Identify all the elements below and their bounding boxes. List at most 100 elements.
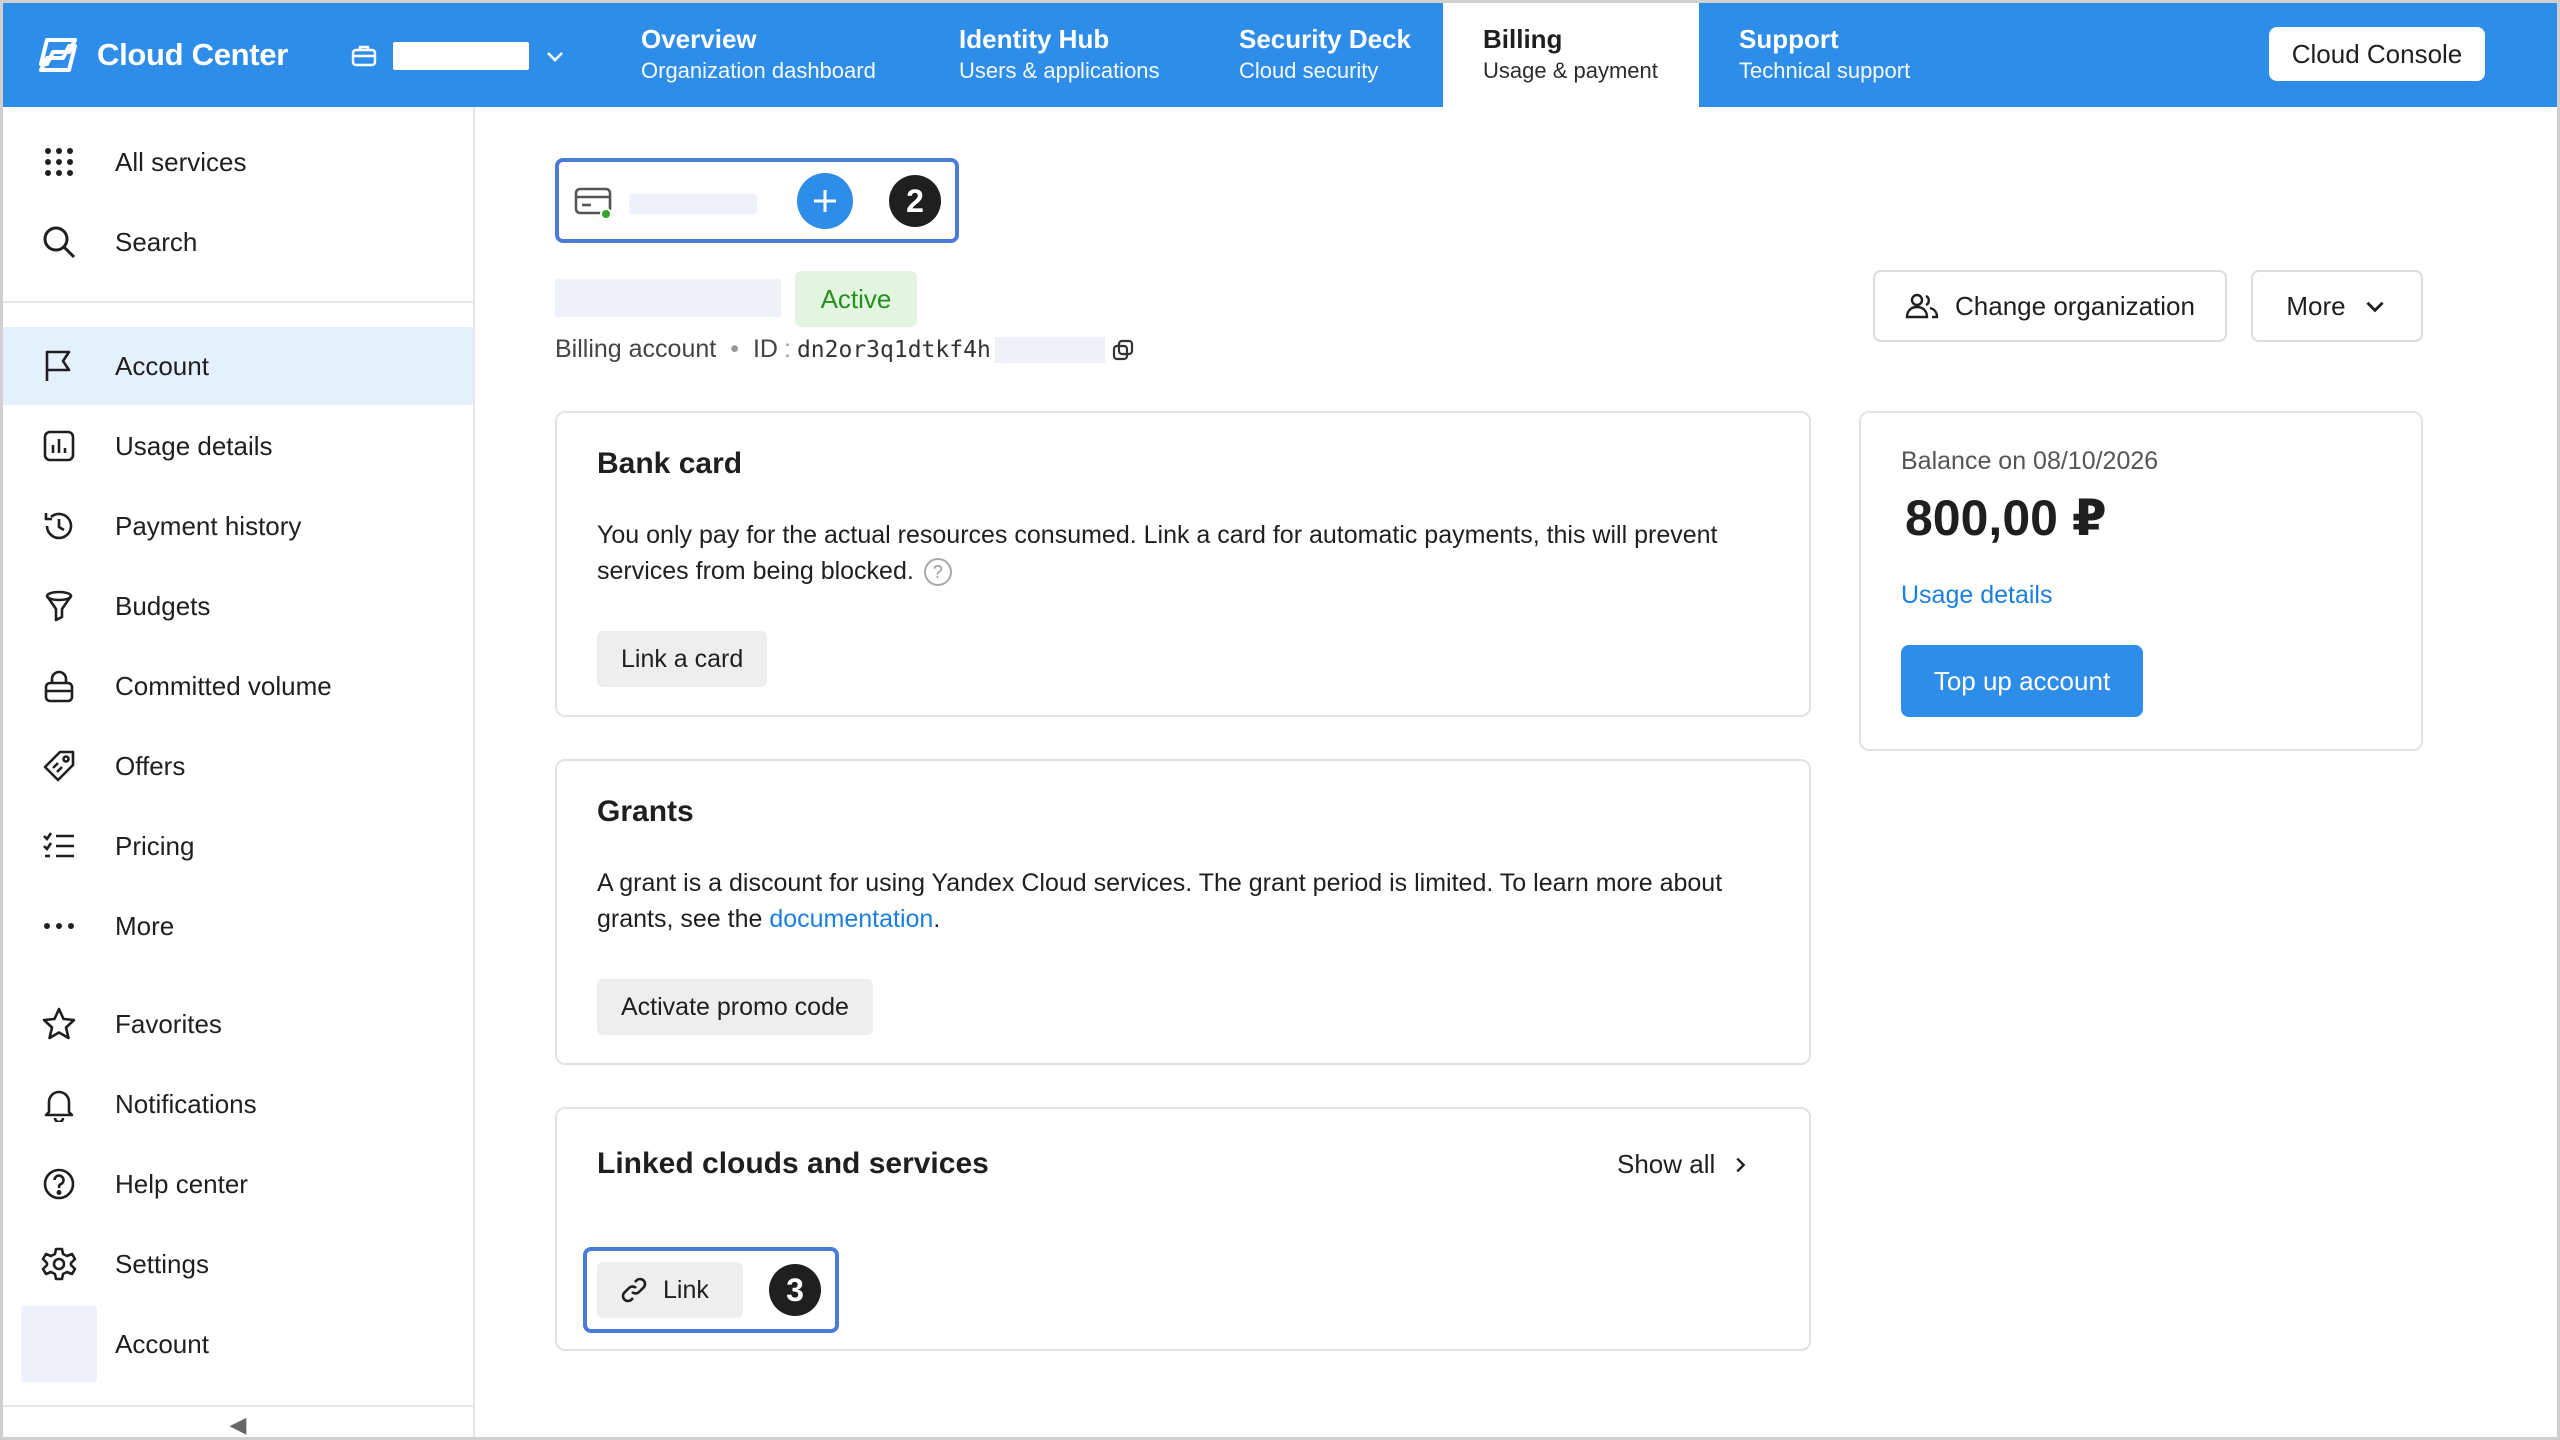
- sidebar-item-label: Settings: [115, 1248, 209, 1279]
- balance-date-label: Balance on 08/10/2026: [1901, 447, 2159, 475]
- sidebar-divider: [3, 301, 473, 303]
- sidebar-item-label: Favorites: [115, 1008, 222, 1039]
- bank-card-text: You only pay for the actual resources co…: [597, 521, 1718, 585]
- history-icon: [39, 506, 79, 546]
- grid-icon: [39, 142, 79, 182]
- bank-card-panel: Bank card You only pay for the actual re…: [555, 411, 1811, 717]
- sidebar-item-label: Payment history: [115, 510, 302, 541]
- tab-title: Security Deck: [1239, 24, 1411, 54]
- chevron-down-icon: [547, 52, 563, 62]
- more-label: More: [2286, 290, 2346, 321]
- link-button[interactable]: Link: [597, 1262, 743, 1318]
- sidebar-item-usage-details[interactable]: Usage details: [3, 407, 473, 485]
- grants-description: A grant is a discount for using Yandex C…: [597, 865, 1787, 937]
- billing-account-name-redacted: [629, 194, 757, 214]
- tab-subtitle: Cloud security: [1239, 58, 1379, 83]
- sidebar-item-notifications[interactable]: Notifications: [3, 1065, 473, 1143]
- sidebar-item-help-center[interactable]: Help center: [3, 1145, 473, 1223]
- link-label: Link: [663, 1275, 709, 1304]
- sidebar-item-payment-history[interactable]: Payment history: [3, 487, 473, 565]
- tab-overview[interactable]: Overview Organization dashboard: [641, 3, 931, 107]
- id-label: ID: [752, 335, 778, 363]
- sidebar-item-budgets[interactable]: Budgets: [3, 567, 473, 645]
- sidebar-item-account[interactable]: Account: [3, 327, 473, 405]
- help-tooltip-icon[interactable]: ?: [923, 558, 952, 587]
- tab-security-deck[interactable]: Security Deck Cloud security: [1239, 3, 1459, 107]
- funnel-icon: [39, 586, 79, 626]
- organization-selector[interactable]: [349, 37, 567, 75]
- usage-details-link[interactable]: Usage details: [1901, 581, 2052, 610]
- sidebar-item-label: Budgets: [115, 590, 211, 621]
- gear-icon: [39, 1244, 79, 1284]
- tab-support[interactable]: Support Technical support: [1739, 3, 1979, 107]
- sidebar-item-offers[interactable]: Offers: [3, 727, 473, 805]
- tag-icon: [39, 746, 79, 786]
- users-icon: [1905, 293, 1939, 319]
- tab-title: Support: [1739, 24, 1839, 54]
- flag-icon: [39, 346, 79, 386]
- sidebar-item-label: Notifications: [115, 1088, 257, 1119]
- chevron-down-icon: [2366, 301, 2384, 313]
- bell-icon: [39, 1084, 79, 1124]
- brand[interactable]: Cloud Center: [33, 31, 288, 79]
- change-organization-label: Change organization: [1955, 290, 2195, 321]
- sidebar-item-more[interactable]: More: [3, 887, 473, 965]
- sidebar-item-label: Help center: [115, 1168, 248, 1199]
- brand-name: Cloud Center: [97, 37, 289, 72]
- tab-subtitle: Usage & payment: [1483, 58, 1658, 83]
- grants-panel: Grants A grant is a discount for using Y…: [555, 759, 1811, 1065]
- briefcase-icon: [351, 45, 377, 67]
- linked-clouds-panel: Linked clouds and services Show all Link…: [555, 1107, 1811, 1351]
- grants-text-end: .: [933, 905, 941, 933]
- add-billing-account-button[interactable]: [797, 173, 853, 229]
- balance-panel: Balance on 08/10/2026 800,00 ₽ Usage det…: [1859, 411, 2423, 751]
- top-up-account-button[interactable]: Top up account: [1901, 645, 2143, 717]
- sidebar-item-favorites[interactable]: Favorites: [3, 985, 473, 1063]
- sidebar-item-all-services[interactable]: All services: [3, 123, 473, 201]
- account-id-value: dn2or3q1dtkf4h: [796, 336, 991, 363]
- sidebar-item-pricing[interactable]: Pricing: [3, 807, 473, 885]
- billing-account-meta: Billing account • ID : dn2or3q1dtkf4h: [555, 335, 1135, 364]
- credit-card-icon: [573, 184, 615, 227]
- sidebar-collapse-button[interactable]: ◀: [3, 1405, 473, 1437]
- avatar: [21, 1306, 97, 1382]
- account-id-redacted: [994, 336, 1105, 363]
- list-check-icon: [39, 826, 79, 866]
- sidebar-item-label: Offers: [115, 750, 186, 781]
- tab-title: Billing: [1483, 24, 1563, 54]
- lock-icon: [39, 666, 79, 706]
- show-all-link[interactable]: Show all: [1617, 1149, 1751, 1180]
- step-badge: 3: [769, 1264, 821, 1316]
- step-badge: 2: [889, 175, 941, 227]
- tab-billing[interactable]: Billing Usage & payment: [1443, 3, 1699, 107]
- account-title-redacted: [555, 279, 781, 317]
- chart-icon: [39, 426, 79, 466]
- plus-icon: [814, 190, 836, 212]
- sidebar-item-committed-volume[interactable]: Committed volume: [3, 647, 473, 725]
- sidebar: All services Search Account Usage detail…: [3, 107, 475, 1437]
- tab-subtitle: Organization dashboard: [641, 58, 876, 83]
- change-organization-button[interactable]: Change organization: [1873, 270, 2227, 342]
- star-icon: [39, 1004, 79, 1044]
- sidebar-item-label: Account: [115, 350, 209, 381]
- link-card-button[interactable]: Link a card: [597, 631, 768, 687]
- help-icon: [39, 1164, 79, 1204]
- account-type-label: Billing account: [555, 335, 717, 363]
- bank-card-description: You only pay for the actual resources co…: [597, 517, 1787, 589]
- documentation-link[interactable]: documentation: [769, 905, 933, 933]
- copy-icon[interactable]: [1111, 338, 1135, 362]
- more-actions-button[interactable]: More: [2251, 270, 2423, 342]
- sidebar-item-user-account[interactable]: Account: [3, 1305, 473, 1383]
- balance-amount: 800,00 ₽: [1905, 490, 2107, 546]
- sidebar-item-settings[interactable]: Settings: [3, 1225, 473, 1303]
- search-icon: [39, 222, 79, 262]
- activate-promo-code-button[interactable]: Activate promo code: [597, 979, 873, 1035]
- cloud-console-button[interactable]: Cloud Console: [2269, 27, 2485, 81]
- tab-subtitle: Technical support: [1739, 58, 1911, 83]
- tab-identity-hub[interactable]: Identity Hub Users & applications: [959, 3, 1219, 107]
- status-badge: Active: [795, 271, 917, 327]
- sidebar-item-search[interactable]: Search: [3, 203, 473, 281]
- grants-title: Grants: [597, 795, 694, 828]
- grants-text: A grant is a discount for using Yandex C…: [597, 869, 1723, 933]
- bank-card-title: Bank card: [597, 447, 743, 480]
